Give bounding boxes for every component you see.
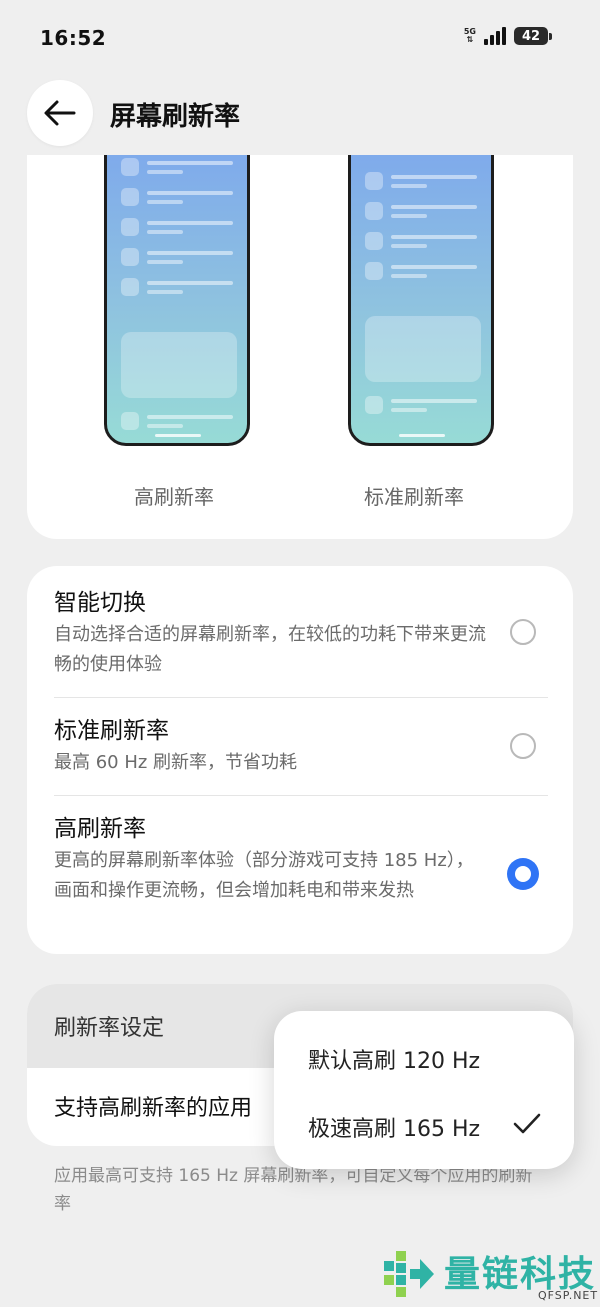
option-desc: 更高的屏幕刷新率体验（部分游戏可支持 185 Hz），画面和操作更流畅，但会增加… <box>54 850 474 901</box>
checkmark-icon <box>513 1113 541 1134</box>
high-refresh-preview-image <box>104 155 250 446</box>
battery-level: 42 <box>514 27 548 45</box>
radio-smart-switch[interactable] <box>510 619 536 645</box>
data-arrows-icon: ⇅ <box>466 35 474 44</box>
watermark-logo-icon <box>384 1251 434 1297</box>
watermark: 量链科技 QFSP.NET <box>378 1243 600 1307</box>
network-indicator: 5G ⇅ <box>464 28 476 44</box>
option-title: 标准刷新率 <box>54 718 169 744</box>
signal-icon <box>484 27 506 45</box>
option-standard-refresh[interactable]: 标准刷新率 最高 60 Hz 刷新率，节省功耗 <box>54 716 546 778</box>
popup-item-extreme-165[interactable]: 极速高刷 165 Hz <box>308 1111 480 1143</box>
status-icons: 5G ⇅ 42 <box>464 27 552 45</box>
option-desc: 最高 60 Hz 刷新率，节省功耗 <box>54 752 298 773</box>
settings-header-label: 刷新率设定 <box>54 1016 165 1041</box>
back-arrow-icon <box>44 100 76 126</box>
divider <box>54 795 548 796</box>
option-desc: 自动选择合适的屏幕刷新率，在较低的功耗下带来更流畅的使用体验 <box>54 624 486 675</box>
radio-standard-refresh[interactable] <box>510 733 536 759</box>
battery-icon: 42 <box>514 27 552 45</box>
settings-footnote: 应用最高可支持 165 Hz 屏幕刷新率，可自定义每个应用的刷新率 <box>54 1166 533 1214</box>
supported-apps-row[interactable]: 支持高刷新率的应用 <box>54 1090 252 1122</box>
option-title: 智能切换 <box>54 590 146 616</box>
preview-label-standard: 标准刷新率 <box>364 485 464 509</box>
preview-label-high: 高刷新率 <box>134 485 214 509</box>
back-button[interactable] <box>27 80 93 146</box>
refresh-rate-popup-menu: 默认高刷 120 Hz 极速高刷 165 Hz <box>274 1011 574 1169</box>
option-title: 高刷新率 <box>54 816 146 842</box>
refresh-mode-options: 智能切换 自动选择合适的屏幕刷新率，在较低的功耗下带来更流畅的使用体验 标准刷新… <box>27 566 573 954</box>
refresh-rate-preview: 高刷新率 标准刷新率 <box>27 155 573 539</box>
popup-item-default-120[interactable]: 默认高刷 120 Hz <box>308 1043 480 1075</box>
watermark-site: QFSP.NET <box>538 1289 599 1302</box>
page-title: 屏幕刷新率 <box>110 102 241 132</box>
radio-high-refresh-selected[interactable] <box>507 858 539 890</box>
divider <box>54 697 548 698</box>
standard-refresh-preview-image <box>348 155 494 446</box>
option-high-refresh[interactable]: 高刷新率 更高的屏幕刷新率体验（部分游戏可支持 185 Hz），画面和操作更流畅… <box>54 814 546 906</box>
option-smart-switch[interactable]: 智能切换 自动选择合适的屏幕刷新率，在较低的功耗下带来更流畅的使用体验 <box>54 588 546 680</box>
status-time: 16:52 <box>40 26 107 50</box>
